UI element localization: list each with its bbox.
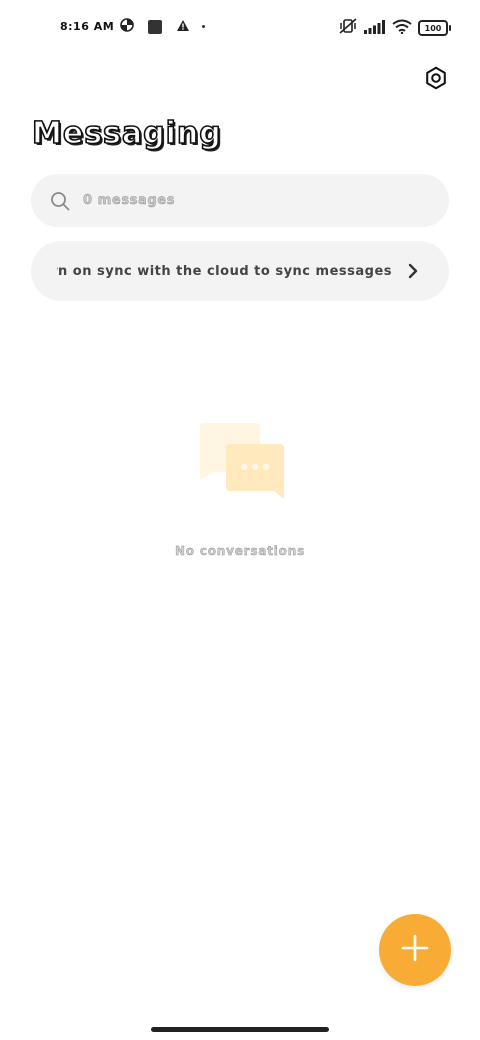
status-time: 8:16 AM <box>60 20 115 33</box>
messaging-screen: 8:16 AM 100 Messaging 0 messages Turn on… <box>0 0 480 1040</box>
warning-icon <box>176 19 190 35</box>
pie-chart-icon <box>120 18 134 35</box>
home-indicator[interactable] <box>151 1027 329 1032</box>
chat-bubbles-icon <box>194 420 286 502</box>
gear-hex-icon <box>424 66 448 94</box>
search-icon <box>49 190 71 212</box>
search-bar[interactable]: 0 messages <box>31 174 449 227</box>
plus-icon <box>401 934 429 966</box>
chevron-right-icon <box>403 261 423 281</box>
signal-icon <box>364 19 386 38</box>
battery-icon: 100 <box>418 20 451 36</box>
new-conversation-button[interactable] <box>379 914 451 986</box>
more-notifications-dot-icon <box>202 25 206 28</box>
page-title: Messaging <box>31 115 222 152</box>
empty-state-text: No conversations <box>174 544 306 558</box>
settings-button[interactable] <box>420 64 452 96</box>
status-bar: 8:16 AM 100 <box>0 14 480 42</box>
status-right: 100 <box>338 18 451 38</box>
sync-banner-text: Turn on sync with the cloud to sync mess… <box>57 263 392 279</box>
search-placeholder: 0 messages <box>83 193 176 208</box>
vibrate-off-icon <box>338 18 358 38</box>
sync-banner-text-wrap: Turn on sync with the cloud to sync mess… <box>57 264 392 279</box>
app-notification-icon <box>148 19 163 34</box>
sync-banner[interactable]: Turn on sync with the cloud to sync mess… <box>31 241 449 301</box>
battery-level: 100 <box>424 23 442 33</box>
wifi-icon <box>392 19 412 38</box>
status-left: 8:16 AM <box>60 18 206 35</box>
